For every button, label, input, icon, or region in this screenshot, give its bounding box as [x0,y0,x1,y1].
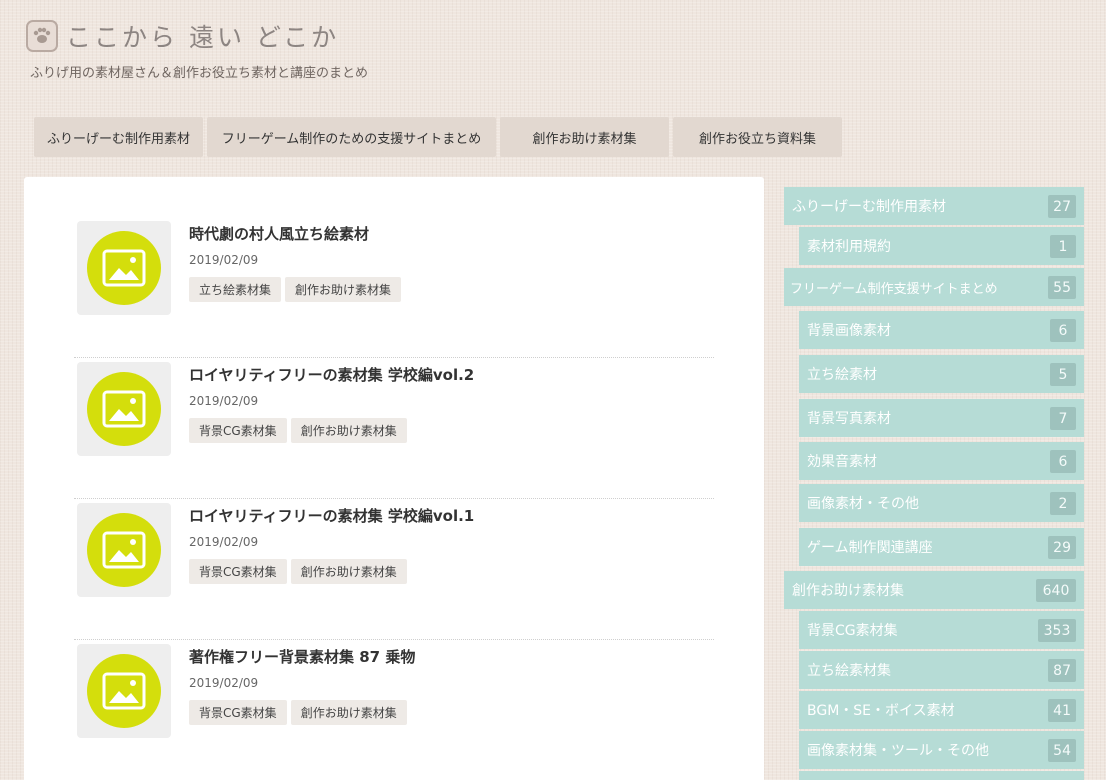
post-tag[interactable]: 背景CG素材集 [189,700,287,725]
post-tags: 立ち絵素材集 創作お助け素材集 [189,277,405,302]
post-tag[interactable]: 背景CG素材集 [189,559,287,584]
post-thumbnail[interactable] [77,221,171,315]
image-placeholder-icon [87,231,161,305]
post-tags: 背景CG素材集 創作お助け素材集 [189,559,411,584]
site-title-row: ここから 遠い どこか [26,18,368,54]
category-count-badge: 6 [1050,450,1076,473]
image-placeholder-icon [87,654,161,728]
category-count-badge: 6 [1050,319,1076,342]
category-count-badge: 55 [1048,276,1076,299]
category-background-images[interactable]: 背景画像素材 6 [799,311,1084,349]
category-free-game-materials[interactable]: ふりーげーむ制作用素材 27 [784,187,1084,225]
category-partial-next[interactable] [799,771,1084,780]
post-item: 時代劇の村人風立ち絵素材 2019/02/09 立ち絵素材集 創作お助け素材集 [74,218,714,358]
category-label: 立ち絵素材 [807,367,877,383]
category-label: 画像素材・その他 [807,496,919,512]
category-count-badge: 5 [1050,363,1076,386]
category-label: 効果音素材 [807,454,877,470]
category-image-misc[interactable]: 画像素材・その他 2 [799,484,1084,522]
image-placeholder-icon [87,372,161,446]
post-item: 著作権フリー背景素材集 87 乗物 2019/02/09 背景CG素材集 創作お… [74,641,714,780]
category-count-badge: 54 [1048,739,1076,762]
category-image-tools-misc[interactable]: 画像素材集・ツール・その他 54 [799,731,1084,769]
post-tag[interactable]: 創作お助け素材集 [285,277,402,302]
post-list: 時代劇の村人風立ち絵素材 2019/02/09 立ち絵素材集 創作お助け素材集 … [24,177,764,780]
paw-icon[interactable] [26,20,58,52]
post-tags: 背景CG素材集 創作お助け素材集 [189,700,411,725]
category-background-photos[interactable]: 背景写真素材 7 [799,399,1084,437]
post-tags: 背景CG素材集 創作お助け素材集 [189,418,411,443]
category-label: BGM・SE・ボイス素材 [807,703,955,719]
site-title[interactable]: ここから 遠い どこか [66,18,339,54]
post-title[interactable]: ロイヤリティフリーの素材集 学校編vol.1 [189,505,474,526]
category-label: 背景画像素材 [807,323,891,339]
category-count-badge: 87 [1048,659,1076,682]
category-label: 創作お助け素材集 [792,583,904,599]
category-count-badge: 29 [1048,536,1076,559]
post-tag[interactable]: 立ち絵素材集 [189,277,282,302]
category-standing-portrait-collection[interactable]: 立ち絵素材集 87 [799,651,1084,689]
image-placeholder-icon [87,513,161,587]
post-thumbnail[interactable] [77,362,171,456]
category-sound-effects[interactable]: 効果音素材 6 [799,442,1084,480]
category-count-badge: 41 [1048,699,1076,722]
post-tag[interactable]: 創作お助け素材集 [290,700,407,725]
category-label: 画像素材集・ツール・その他 [807,743,989,759]
post-thumbnail[interactable] [77,644,171,738]
category-label: 背景写真素材 [807,411,891,427]
category-label: 素材利用規約 [807,239,891,255]
category-bgm-se-voice[interactable]: BGM・SE・ボイス素材 41 [799,691,1084,729]
category-label: フリーゲーム制作支援サイトまとめ [790,281,998,297]
post-thumbnail[interactable] [77,503,171,597]
category-background-cg[interactable]: 背景CG素材集 353 [799,611,1084,649]
category-count-badge: 353 [1038,619,1076,642]
category-creative-materials[interactable]: 創作お助け素材集 640 [784,571,1084,609]
nav-item-creative-resources[interactable]: 創作お役立ち資料集 [673,117,842,157]
post-title[interactable]: ロイヤリティフリーの素材集 学校編vol.2 [189,364,474,385]
nav-item-support-sites[interactable]: フリーゲーム制作のための支援サイトまとめ [207,117,496,157]
category-label: ふりーげーむ制作用素材 [792,199,946,215]
post-tag[interactable]: 創作お助け素材集 [290,559,407,584]
post-title[interactable]: 著作権フリー背景素材集 87 乗物 [189,646,415,667]
category-label: ゲーム制作関連講座 [807,540,933,556]
site-tagline: ふりげ用の素材屋さん＆創作お役立ち素材と講座のまとめ [30,66,369,81]
category-support-sites[interactable]: フリーゲーム制作支援サイトまとめ 55 [784,268,1084,306]
post-date: 2019/02/09 [189,676,259,690]
nav-item-creative-materials[interactable]: 創作お助け素材集 [500,117,669,157]
category-game-dev-lectures[interactable]: ゲーム制作関連講座 29 [799,528,1084,566]
category-count-badge: 1 [1050,235,1076,258]
category-count-badge: 640 [1036,579,1076,602]
post-tag[interactable]: 創作お助け素材集 [290,418,407,443]
post-date: 2019/02/09 [189,253,259,267]
post-item: ロイヤリティフリーの素材集 学校編vol.2 2019/02/09 背景CG素材… [74,359,714,499]
post-tag[interactable]: 背景CG素材集 [189,418,287,443]
post-date: 2019/02/09 [189,394,259,408]
nav-item-free-game-materials[interactable]: ふりーげーむ制作用素材 [34,117,203,157]
post-title[interactable]: 時代劇の村人風立ち絵素材 [189,223,369,244]
category-count-badge: 7 [1050,407,1076,430]
post-date: 2019/02/09 [189,535,259,549]
post-item: ロイヤリティフリーの素材集 学校編vol.1 2019/02/09 背景CG素材… [74,500,714,640]
category-count-badge: 2 [1050,492,1076,515]
category-standing-portraits[interactable]: 立ち絵素材 5 [799,355,1084,393]
site-header: ここから 遠い どこか ふりげ用の素材屋さん＆創作お役立ち素材と講座のまとめ [26,18,368,81]
category-label: 背景CG素材集 [807,623,898,639]
category-count-badge: 27 [1048,195,1076,218]
category-terms-of-use[interactable]: 素材利用規約 1 [799,227,1084,265]
global-nav: ふりーげーむ制作用素材 フリーゲーム制作のための支援サイトまとめ 創作お助け素材… [34,117,846,157]
category-label: 立ち絵素材集 [807,663,891,679]
